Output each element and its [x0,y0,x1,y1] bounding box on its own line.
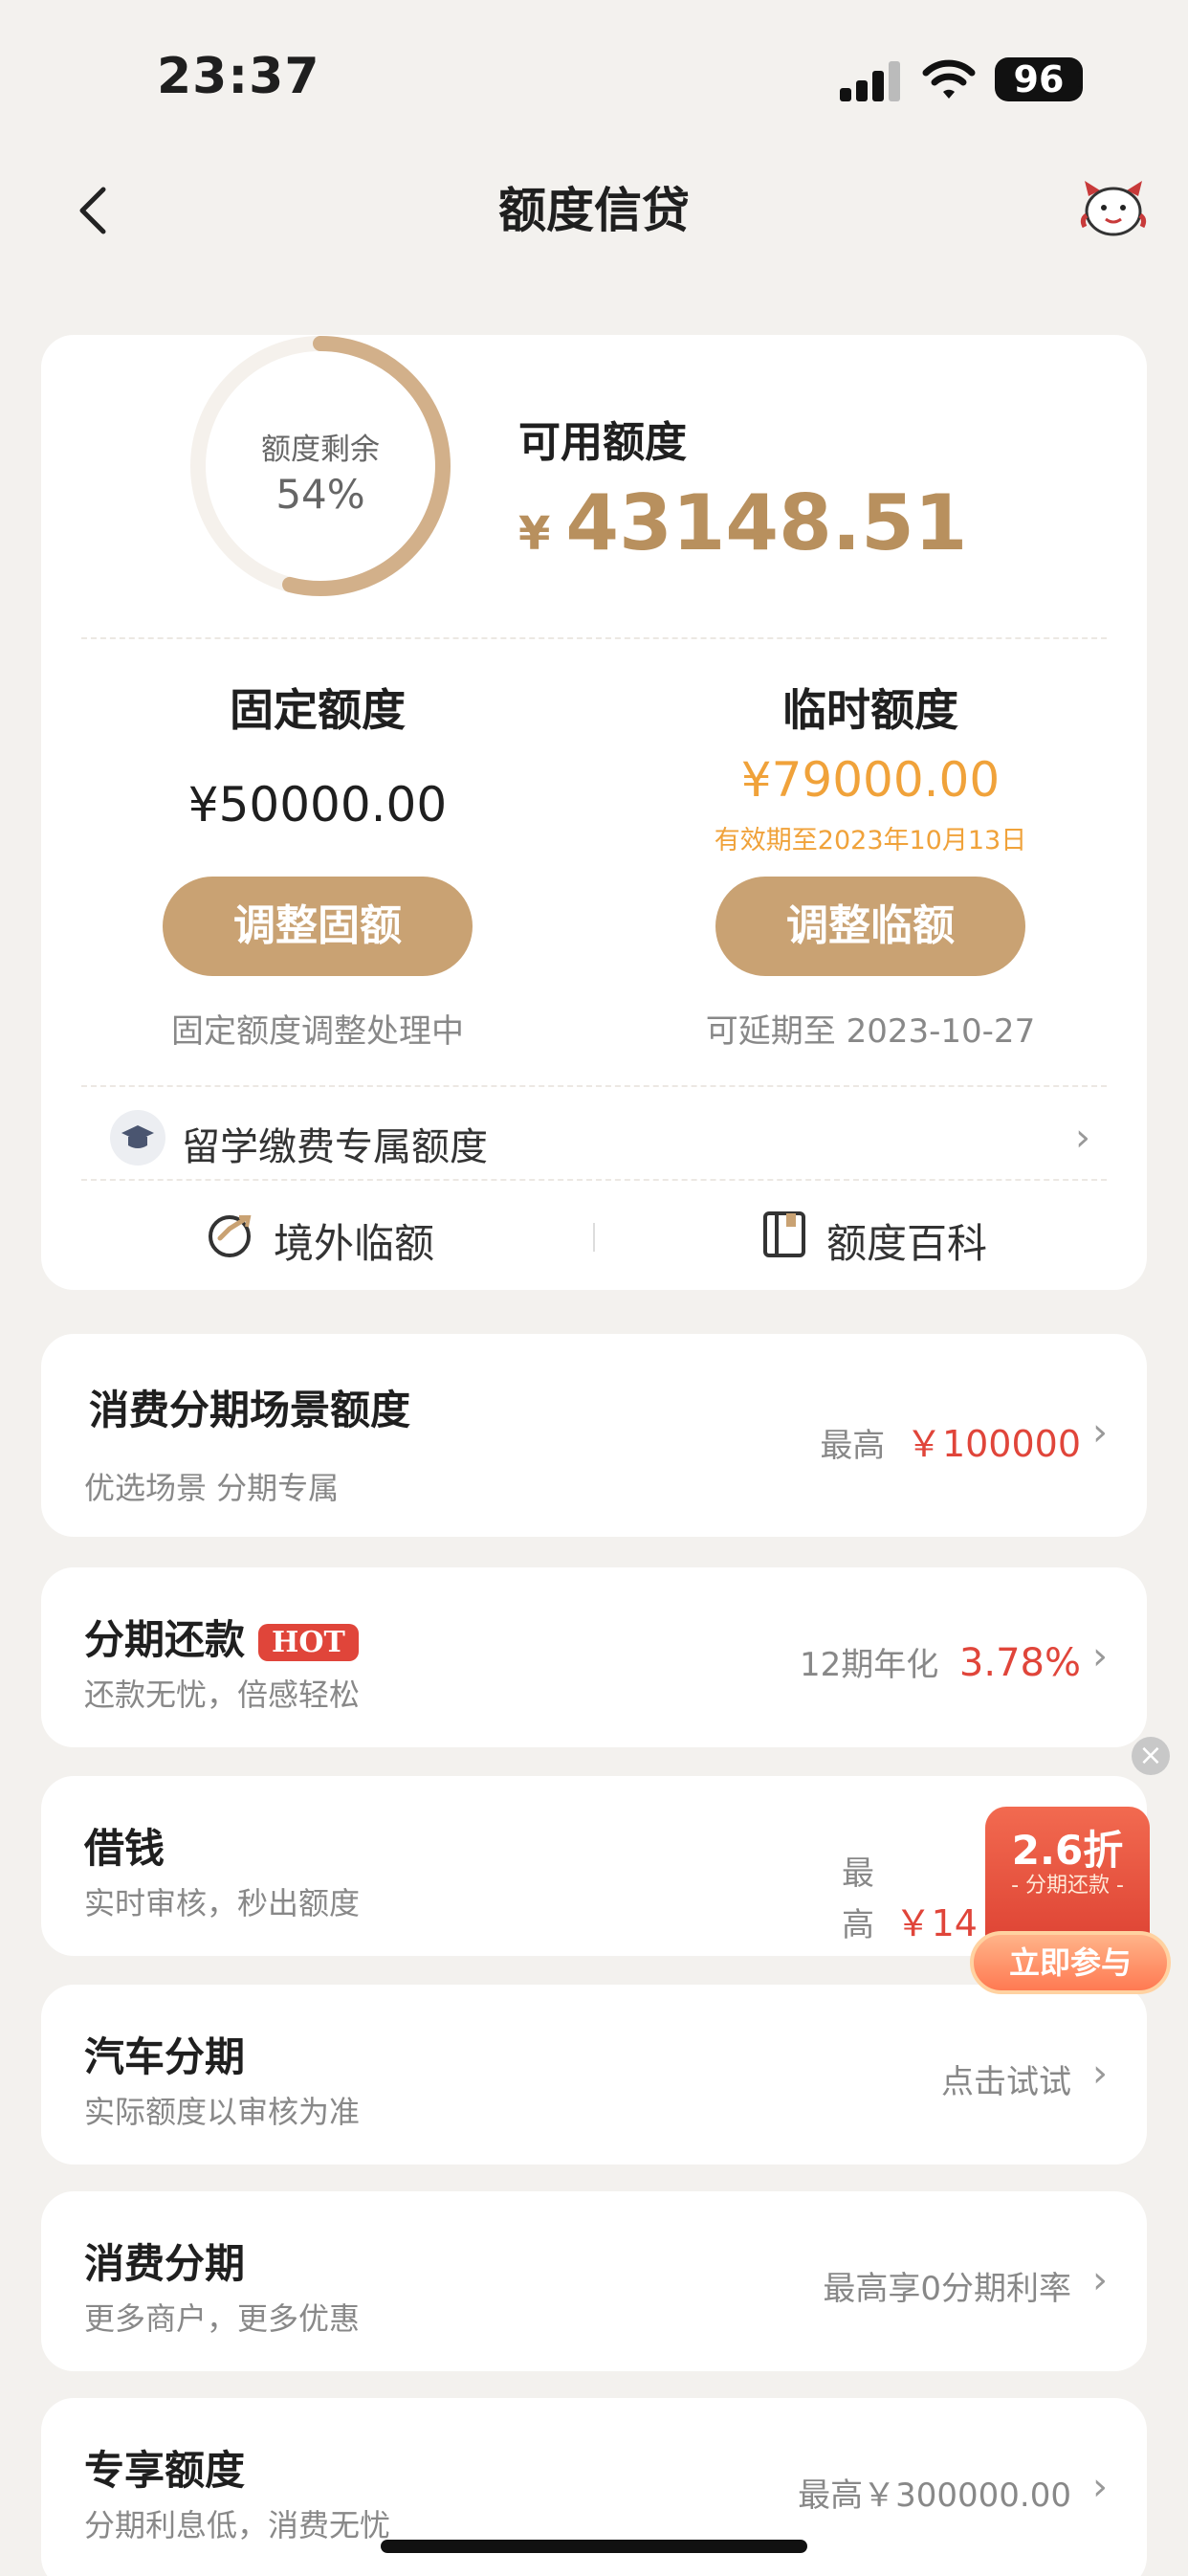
vertical-divider [593,1223,595,1252]
divider [81,1085,1107,1087]
card-right-value: 3.78% [958,1641,1081,1685]
join-now-button[interactable]: 立即参与 [970,1931,1171,1994]
chevron-right-icon: › [1092,1634,1108,1678]
page-title: 额度信贷 [498,183,690,238]
study-abroad-label[interactable]: 留学缴费专属额度 [182,1116,488,1171]
chevron-right-icon: › [1075,1116,1090,1160]
card-right: 最高 ￥100000 [689,1414,1081,1467]
available-label: 可用额度 [518,418,687,467]
quota-encyclopedia-link[interactable]: 额度百科 [826,1211,987,1270]
chevron-right-icon: › [1092,1410,1108,1455]
temp-quota-validity: 有效期至2023年10月13日 [714,826,1027,855]
mascot-icon[interactable] [1079,177,1148,238]
wifi-icon [922,59,976,99]
card-title: 汽车分期 [84,2033,246,2080]
promo-subtitle: - 分期还款 - [1011,1874,1124,1898]
divider [81,637,1107,639]
temp-quota-amount: ¥79000.00 [740,752,1001,808]
card-title: 消费分期 [84,2240,246,2287]
card-subtitle: 分期利息低，消费无忧 [84,2507,391,2543]
study-abroad-row[interactable] [110,1110,165,1166]
card-right-prefix: 最高 [842,1854,874,1944]
card-title: 借钱 [84,1825,165,1872]
promo-close-button[interactable]: × [1132,1737,1170,1775]
fixed-quota-note: 固定额度调整处理中 [171,1012,464,1051]
remaining-percent: 54% [275,471,365,518]
card-right-value: ￥100000 [905,1423,1081,1465]
card-right: 最高￥300000.00 [798,2476,1071,2515]
adjust-fixed-button[interactable]: 调整固额 [163,877,473,976]
card-subtitle: 更多商户，更多优惠 [84,2300,361,2337]
card-subtitle: 还款无忧，倍感轻松 [84,1677,361,1713]
card-title: 分期还款 HOT [84,1608,359,1666]
available-amount: ¥43148.51 [518,478,967,567]
card-right: 最高享0分期利率 [823,2270,1071,2308]
card-right-prefix: 最高 [820,1427,886,1465]
overseas-quota-link[interactable]: 境外临额 [274,1211,434,1270]
book-icon [763,1211,805,1257]
card-title: 消费分期场景额度 [89,1387,411,1433]
card-subtitle: 优选场景 分期专属 [84,1470,340,1506]
status-time: 23:37 [157,48,320,105]
card-title-text: 分期还款 [84,1616,246,1663]
divider [81,1179,1107,1181]
graduation-cap-icon [121,1125,154,1148]
home-indicator [381,2540,807,2553]
card-subtitle: 实际额度以审核为准 [84,2094,361,2130]
card-subtitle: 实时审核，秒出额度 [84,1885,361,1921]
adjust-temp-button[interactable]: 调整临额 [715,877,1025,976]
cellular-signal-icon [840,61,901,101]
card-right-value: ￥14 [894,1902,978,1944]
card-right: 最高 ￥14 [842,1847,1004,1946]
battery-cap [1076,72,1082,87]
currency-symbol: ¥ [518,507,551,561]
fixed-quota-title: 固定额度 [230,684,406,736]
temp-quota-title: 临时额度 [782,684,958,736]
card-right: 12期年化 3.78% [689,1638,1081,1685]
available-amount-value: 43148.51 [565,478,968,567]
chevron-right-icon: › [1092,2052,1108,2096]
battery-indicator: 96 [995,57,1083,101]
chevron-right-icon: › [1092,2258,1108,2302]
card-title: 专享额度 [84,2447,246,2494]
remaining-label: 额度剩余 [261,433,380,467]
temp-quota-note: 可延期至 2023-10-27 [705,1012,1036,1051]
card-right: 点击试试 [941,2063,1071,2101]
chevron-right-icon: › [1092,2465,1108,2509]
card-right-prefix: 12期年化 [800,1646,939,1684]
overseas-quota-icon [209,1215,252,1257]
fixed-quota-amount: ¥50000.00 [187,777,448,833]
hot-badge: HOT [258,1624,359,1661]
